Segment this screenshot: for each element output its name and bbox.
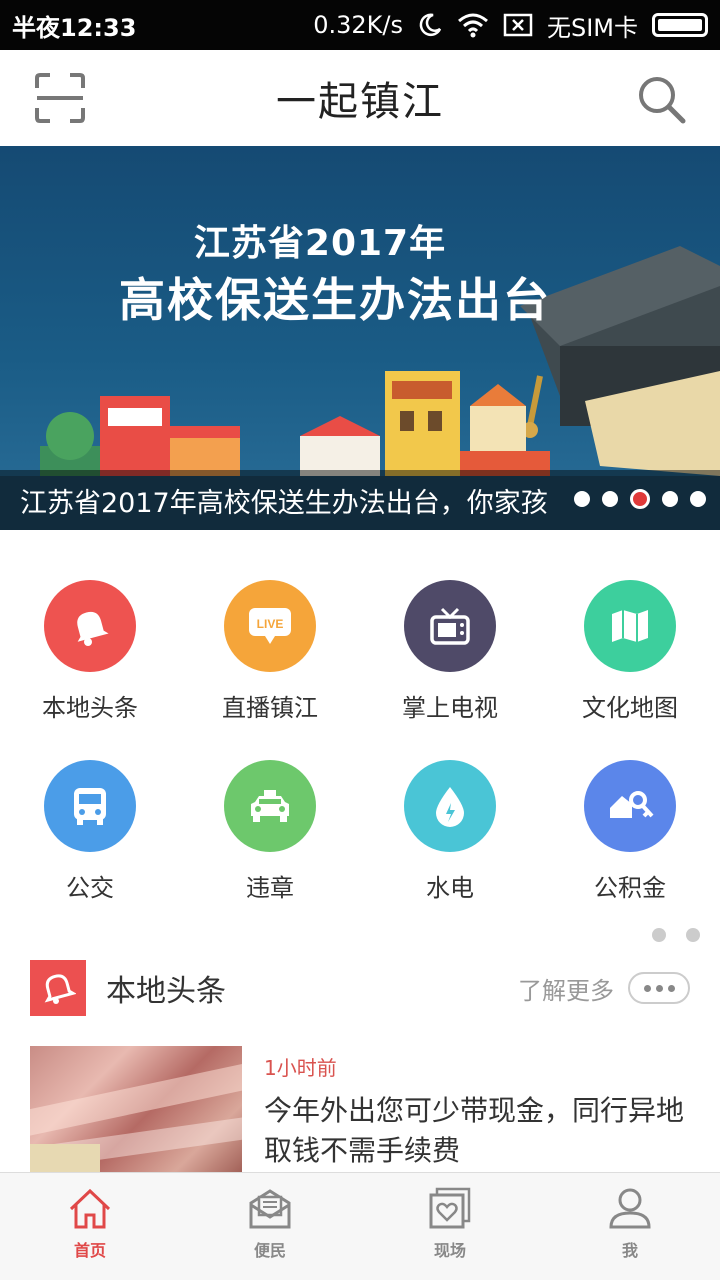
home-icon [69, 1188, 111, 1229]
svg-text:LIVE: LIVE [257, 617, 284, 631]
grid-item-culture-map[interactable]: 文化地图 [540, 560, 720, 740]
bell-icon [30, 960, 86, 1016]
no-sim-icon [503, 13, 533, 37]
status-time: 半夜12:33 [12, 13, 137, 42]
grid-item-label: 文化地图 [582, 694, 678, 722]
section-title: 本地头条 [106, 974, 226, 1009]
network-speed: 0.32K/s [313, 11, 403, 39]
grid-item-label: 本地头条 [42, 694, 138, 722]
tab-me[interactable]: 我 [540, 1173, 720, 1280]
banner-headline-line1: 江苏省2017年 [193, 223, 447, 264]
map-icon [584, 580, 676, 672]
grid-pager-dot[interactable] [686, 928, 700, 942]
status-bar: 半夜12:33 0.32K/s 无SIM卡 [0, 0, 720, 50]
grid-item-label: 公积金 [594, 874, 666, 902]
service-grid: 本地头条 LIVE 直播镇江 掌上电视 文化地图 公交 违章 水电 公积金 [0, 560, 720, 910]
banner-headline-line2: 高校保送生办法出台 [119, 273, 551, 327]
grid-item-traffic-violation[interactable]: 违章 [180, 740, 360, 920]
bell-icon [44, 580, 136, 672]
grid-pager [652, 928, 700, 942]
grid-item-label: 直播镇江 [222, 694, 318, 722]
tv-icon [404, 580, 496, 672]
more-options-button[interactable] [628, 972, 690, 1004]
carousel-indicator [574, 489, 706, 509]
heart-photo-icon [429, 1187, 471, 1229]
carousel-dot[interactable] [690, 491, 706, 507]
mail-icon [249, 1189, 291, 1229]
moon-icon [419, 13, 442, 36]
scan-icon[interactable] [34, 72, 86, 124]
grid-item-label: 掌上电视 [402, 694, 498, 722]
grid-item-live[interactable]: LIVE 直播镇江 [180, 560, 360, 740]
search-icon[interactable] [636, 74, 686, 124]
sim-status: 无SIM卡 [546, 13, 638, 42]
more-dot [643, 984, 651, 992]
tab-live-scene[interactable]: 现场 [360, 1173, 540, 1280]
grid-item-mobile-tv[interactable]: 掌上电视 [360, 560, 540, 740]
news-thumbnail [30, 1046, 242, 1172]
keys-icon [584, 760, 676, 852]
bottom-nav: 首页 便民 现场 我 [0, 1172, 720, 1280]
grid-item-local-news[interactable]: 本地头条 [0, 560, 180, 740]
grid-item-utilities[interactable]: 水电 [360, 740, 540, 920]
car-icon [224, 760, 316, 852]
tab-label: 首页 [73, 1241, 106, 1260]
tab-services[interactable]: 便民 [180, 1173, 360, 1280]
grid-item-bus[interactable]: 公交 [0, 740, 180, 920]
news-item[interactable]: 1小时前 今年外出您可少带现金，同行异地取钱不需手续费 [30, 1046, 690, 1172]
section-header: 本地头条 了解更多 [30, 960, 690, 1016]
person-icon [609, 1188, 651, 1229]
page-title: 一起镇江 [276, 79, 444, 125]
news-time: 1小时前 [264, 1056, 337, 1080]
app-header: 一起镇江 [0, 50, 720, 146]
tab-label: 便民 [253, 1241, 286, 1260]
carousel-dot[interactable] [662, 491, 678, 507]
carousel-dot[interactable] [574, 491, 590, 507]
news-headline: 今年外出您可少带现金，同行异地取钱不需手续费 [264, 1094, 685, 1167]
tab-home[interactable]: 首页 [0, 1173, 180, 1280]
tab-label: 我 [621, 1241, 638, 1260]
grid-item-housing-fund[interactable]: 公积金 [540, 740, 720, 920]
wifi-icon [457, 13, 488, 38]
more-dot [655, 984, 663, 992]
bus-icon [44, 760, 136, 852]
grid-pager-dot[interactable] [652, 928, 666, 942]
carousel-dot[interactable] [602, 491, 618, 507]
grid-item-label: 违章 [246, 874, 294, 902]
live-icon: LIVE [224, 580, 316, 672]
more-dot [667, 984, 675, 992]
banner-caption: 江苏省2017年高校保送生办法出台，你家孩 [20, 487, 548, 519]
grid-item-label: 公交 [66, 874, 114, 902]
water-drop-icon [404, 760, 496, 852]
carousel-dot-active[interactable] [630, 489, 650, 509]
banner-carousel[interactable]: 江苏省2017年 高校保送生办法出台 江苏省2017年高校保送生办法出台，你家孩 [0, 146, 720, 530]
battery-icon [652, 13, 708, 37]
grid-item-label: 水电 [426, 874, 474, 902]
tab-label: 现场 [433, 1241, 466, 1260]
learn-more-link[interactable]: 了解更多 [518, 971, 614, 1006]
